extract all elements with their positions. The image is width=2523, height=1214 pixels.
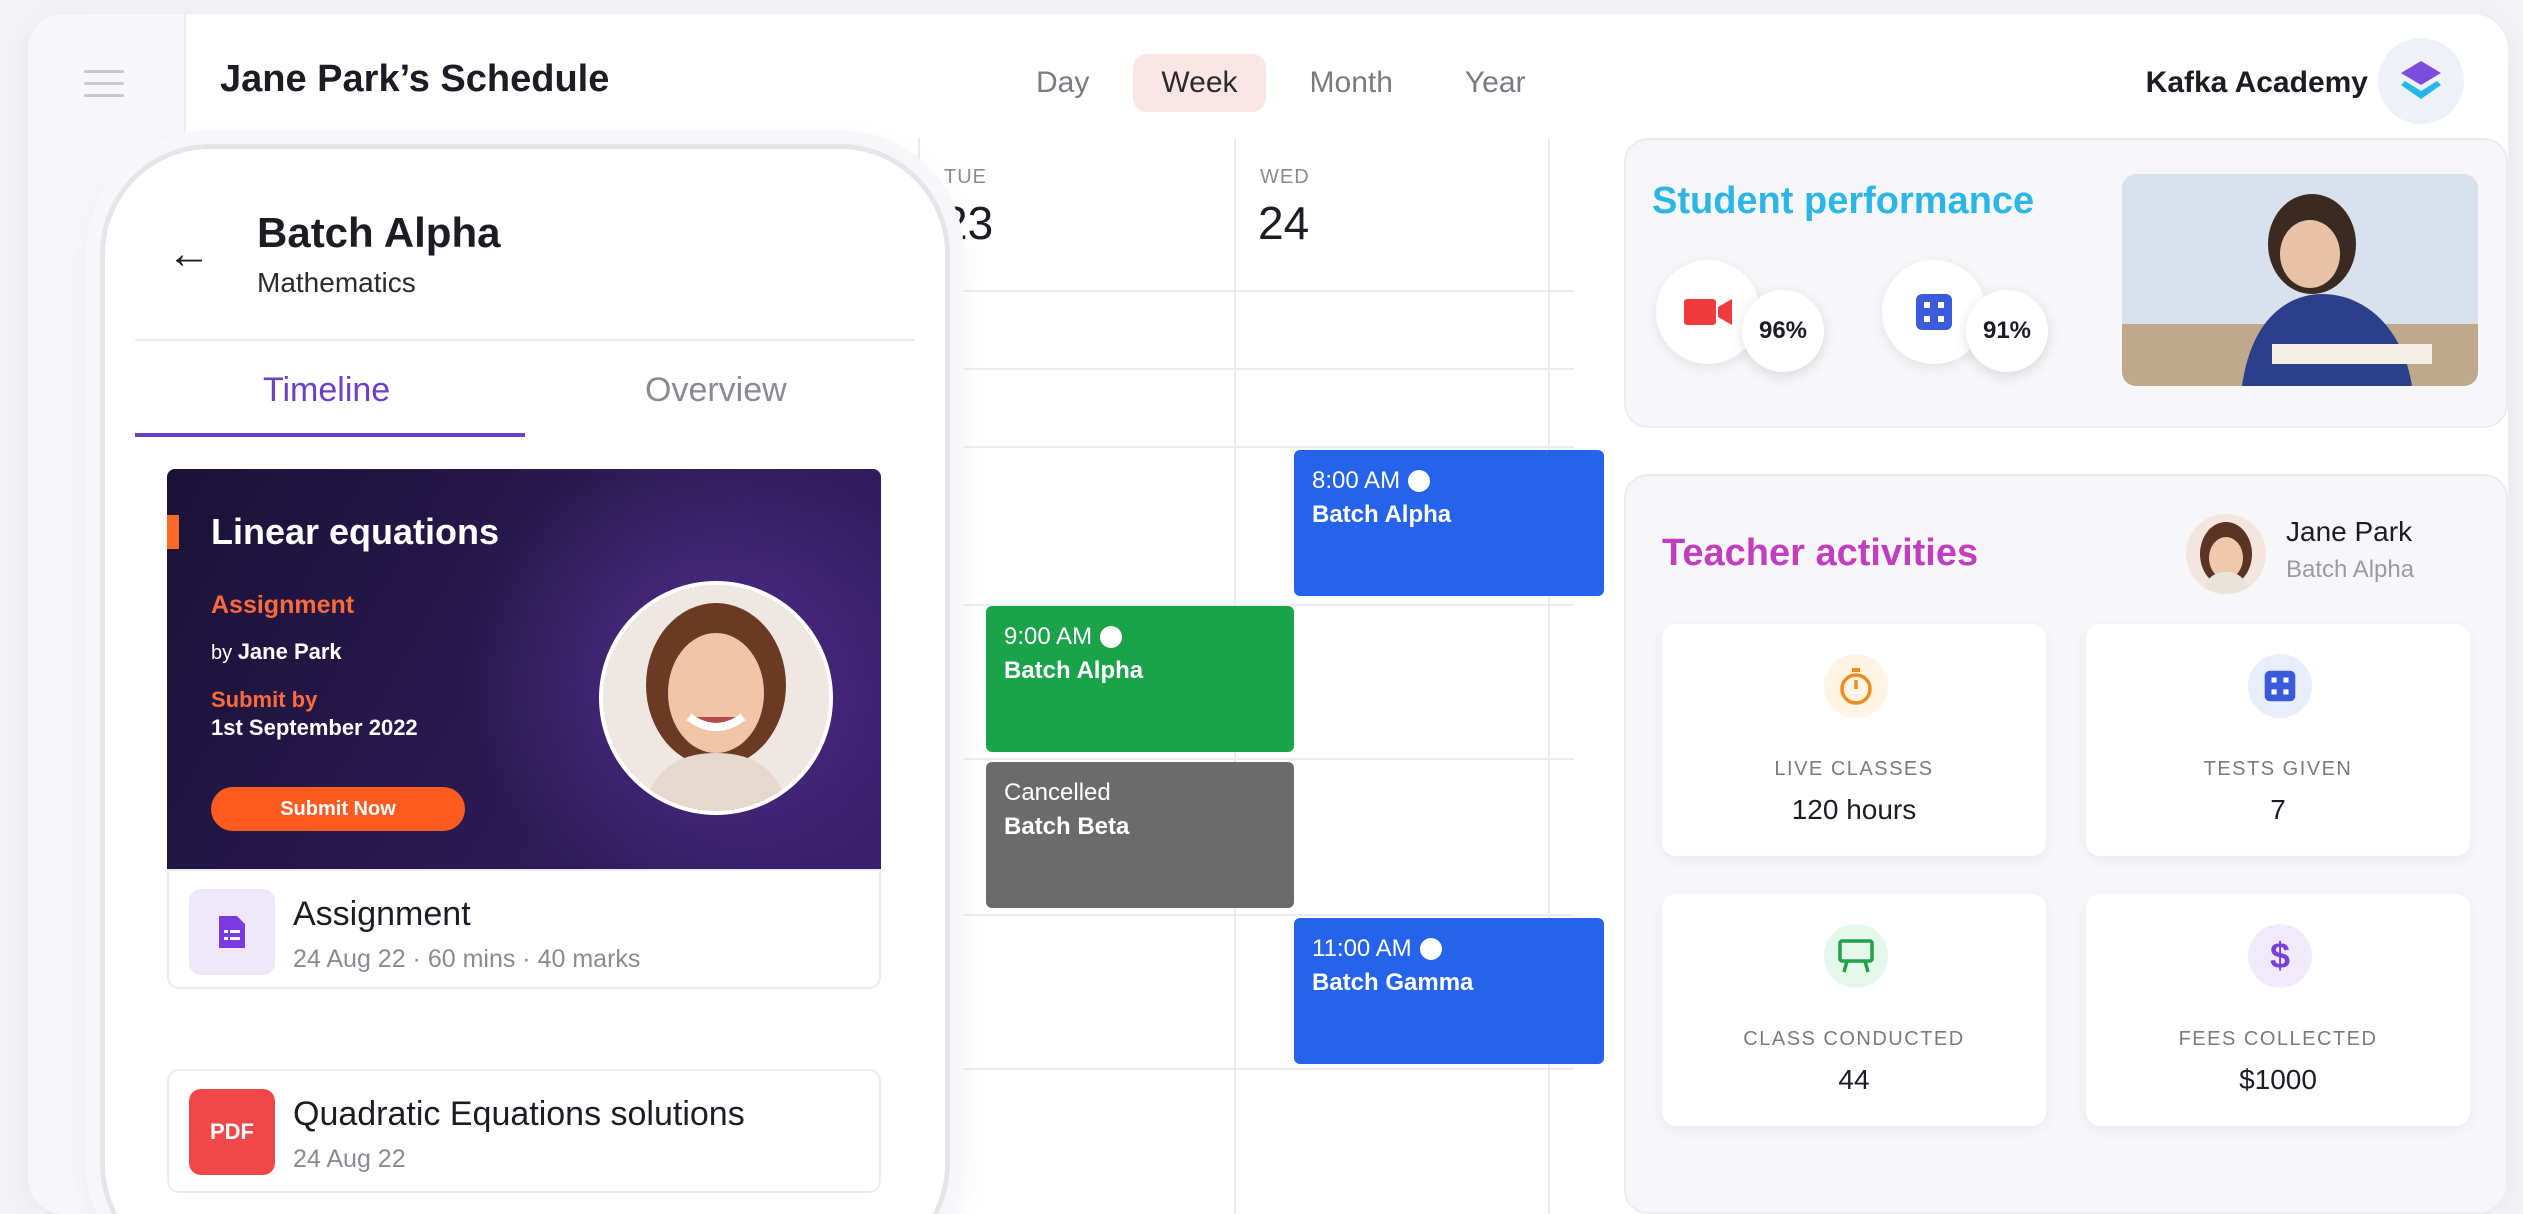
batch-title: Batch Alpha: [257, 209, 501, 256]
stat-label: FEES COLLECTED: [2178, 1028, 2378, 1050]
stat-card[interactable]: $ FEES COLLECTED $1000: [2086, 894, 2470, 1126]
dollar-icon: $: [2248, 924, 2312, 988]
test-icon: [2248, 654, 2312, 718]
back-arrow-icon[interactable]: ←: [167, 229, 211, 279]
event-batch: Batch Alpha: [1312, 501, 1452, 528]
stat-card[interactable]: TESTS GIVEN 7: [2086, 624, 2470, 856]
hour-line: [918, 446, 1574, 448]
list-item[interactable]: PDF Quadratic Equations solutions 24 Aug…: [167, 1069, 881, 1193]
banner-by-prefix: by: [211, 642, 233, 664]
event-batch: Batch Gamma: [1312, 969, 1474, 996]
page-title: Jane Park’s Schedule: [220, 58, 610, 100]
batch-subject: Mathematics: [257, 267, 416, 298]
list-item[interactable]: Assignment 24 Aug 22 · 60 mins · 40 mark…: [167, 869, 881, 989]
stat-value: 120 hours: [1791, 794, 1917, 825]
assignment-icon: [189, 889, 275, 975]
calendar-event[interactable]: Cancelled Batch Beta: [986, 762, 1294, 908]
banner-submit-date: 1st September 2022: [211, 715, 418, 740]
teacher-photo: [599, 581, 833, 815]
item-title: Quadratic Equations solutions: [293, 1095, 745, 1133]
day-name: TUE: [944, 166, 987, 188]
org-name: Kafka Academy: [2145, 66, 2368, 99]
panel-title: Teacher activities: [1662, 532, 1979, 574]
hour-line: [918, 368, 1574, 370]
banner-type: Assignment: [211, 591, 355, 619]
app-window: Jane Park’s Schedule Day Week Month Year…: [28, 14, 2508, 1214]
video-icon: [1100, 626, 1123, 648]
calendar-event[interactable]: 9:00 AM Batch Alpha: [986, 606, 1294, 752]
presentation-icon: [1824, 924, 1888, 988]
tab-month[interactable]: Month: [1282, 54, 1421, 112]
menu-icon[interactable]: [84, 70, 124, 100]
hour-line: [918, 1068, 1574, 1070]
banner-submit-label: Submit by: [211, 687, 318, 712]
stat-value: $1000: [2239, 1064, 2317, 1095]
tab-week[interactable]: Week: [1133, 54, 1266, 112]
event-batch: Batch Alpha: [1004, 657, 1144, 684]
view-switcher: Day Week Month Year: [1008, 54, 1554, 112]
event-time: 11:00 AM: [1312, 935, 1412, 962]
stat-value: 7: [2270, 794, 2286, 825]
pdf-icon: PDF: [189, 1089, 275, 1175]
item-title: Assignment: [293, 895, 471, 933]
day-number[interactable]: 23: [942, 196, 993, 250]
video-icon: [1419, 938, 1442, 960]
banner-author: by Jane Park: [211, 639, 342, 665]
tab-day[interactable]: Day: [1008, 54, 1117, 112]
item-meta: 24 Aug 22 · 60 mins · 40 marks: [293, 945, 641, 973]
event-time: 8:00 AM: [1312, 467, 1401, 494]
metric-value: 91%: [1966, 290, 2048, 372]
teacher-name: Jane Park: [2286, 516, 2413, 547]
calendar-event[interactable]: 8:00 AM Batch Alpha: [1294, 450, 1604, 596]
video-icon: [1656, 260, 1760, 364]
student-performance-panel: Student performance 96% 91%: [1624, 138, 2508, 428]
event-time: 9:00 AM: [1004, 623, 1093, 650]
stat-label: CLASS CONDUCTED: [1743, 1028, 1965, 1050]
panel-title: Student performance: [1652, 180, 2035, 222]
stat-card[interactable]: CLASS CONDUCTED 44: [1662, 894, 2046, 1126]
event-status: Cancelled: [1004, 779, 1111, 806]
avatar: [2186, 514, 2266, 594]
day-number[interactable]: 24: [1258, 196, 1309, 250]
tab-timeline[interactable]: Timeline: [263, 371, 390, 410]
phone-mockup: ← Batch Alpha Mathematics Timeline Overv…: [100, 144, 950, 1214]
phone-tabs: Timeline Overview: [135, 339, 915, 437]
item-meta: 24 Aug 22: [293, 1145, 406, 1173]
day-name: WED: [1260, 166, 1310, 188]
calendar-event[interactable]: 11:00 AM Batch Gamma: [1294, 918, 1604, 1064]
stopwatch-icon: [1824, 654, 1888, 718]
event-time-row: 8:00 AM: [1312, 464, 1586, 498]
teacher-activities-panel: Teacher activities Jane Park Batch Alpha…: [1624, 474, 2508, 1214]
submit-now-button[interactable]: Submit Now: [211, 787, 465, 831]
banner-title: Linear equations: [211, 511, 500, 552]
active-tab-indicator: [135, 433, 525, 437]
tab-overview[interactable]: Overview: [645, 371, 787, 410]
assignment-banner[interactable]: Linear equations Assignment by Jane Park…: [167, 469, 881, 869]
metric-value: 96%: [1742, 290, 1824, 372]
hour-line: [918, 290, 1574, 292]
stat-label: LIVE CLASSES: [1774, 758, 1934, 780]
hour-line: [918, 758, 1574, 760]
teacher-batch: Batch Alpha: [2286, 556, 2415, 583]
hour-line: [918, 914, 1574, 916]
video-icon: [1408, 470, 1431, 492]
banner-accent: [167, 515, 179, 549]
tab-year[interactable]: Year: [1437, 54, 1554, 112]
student-photo: [2122, 174, 2478, 386]
event-batch: Batch Beta: [1004, 813, 1130, 840]
week-calendar: TUE 23 WED 24 8:00 AM Batch Alpha 9:00 A…: [918, 138, 1604, 1214]
stat-value: 44: [1838, 1064, 1870, 1095]
banner-author-name: Jane Park: [237, 639, 342, 664]
org-logo-icon[interactable]: [2378, 38, 2464, 124]
event-time-row: 9:00 AM: [1004, 620, 1276, 654]
stat-label: TESTS GIVEN: [2203, 758, 2353, 780]
event-time-row: 11:00 AM: [1312, 932, 1586, 966]
stat-card[interactable]: LIVE CLASSES 120 hours: [1662, 624, 2046, 856]
